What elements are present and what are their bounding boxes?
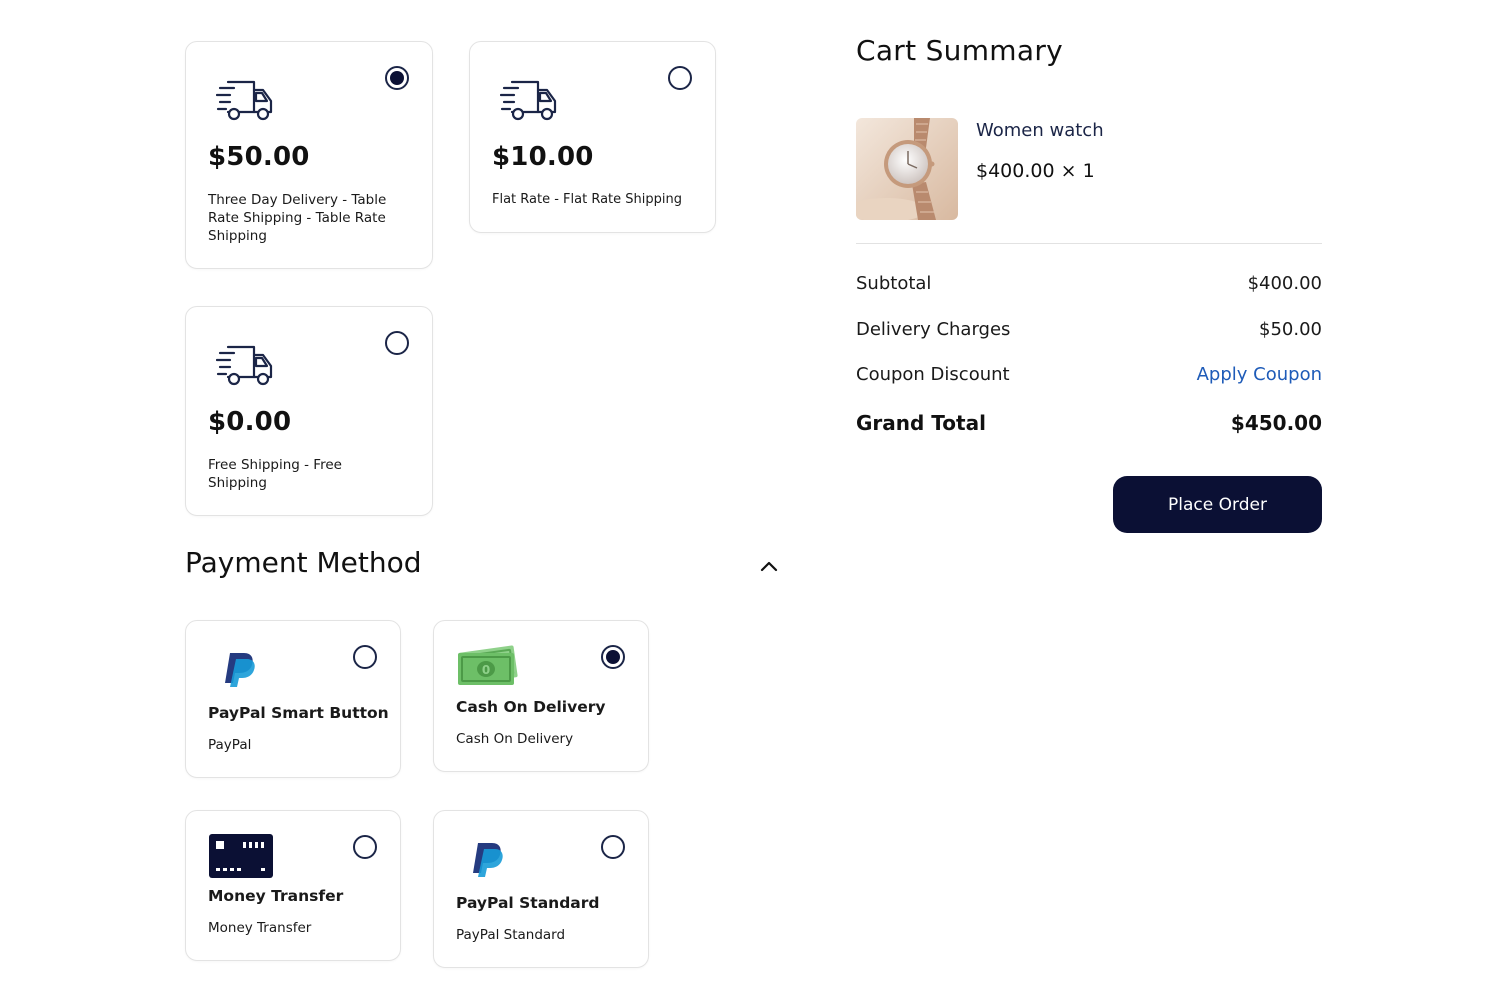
delivery-charges-row: Delivery Charges $50.00 bbox=[856, 319, 1322, 345]
subtotal-value: $400.00 bbox=[1247, 273, 1322, 294]
payment-subtitle: Money Transfer bbox=[208, 920, 312, 936]
shipping-option-flat-rate[interactable]: $10.00 Flat Rate - Flat Rate Shipping bbox=[469, 41, 716, 233]
shipping-option-free[interactable]: $0.00 Free Shipping - Free Shipping bbox=[185, 306, 433, 516]
shipping-price: $50.00 bbox=[208, 142, 310, 172]
product-image[interactable] bbox=[856, 118, 958, 220]
place-order-button[interactable]: Place Order bbox=[1113, 476, 1322, 533]
coupon-discount-row: Coupon Discount Apply Coupon bbox=[856, 364, 1322, 390]
grand-total-value: $450.00 bbox=[1230, 411, 1322, 435]
payment-title: Money Transfer bbox=[208, 887, 344, 905]
shipping-description: Flat Rate - Flat Rate Shipping bbox=[492, 192, 682, 207]
credit-card-icon bbox=[209, 834, 273, 878]
shipping-radio[interactable] bbox=[385, 331, 409, 355]
payment-radio[interactable] bbox=[353, 645, 377, 669]
payment-title: PayPal Standard bbox=[456, 894, 600, 912]
svg-text:0: 0 bbox=[482, 663, 490, 677]
truck-icon bbox=[216, 345, 273, 386]
payment-subtitle: PayPal Standard bbox=[456, 927, 566, 943]
payment-title: Cash On Delivery bbox=[456, 698, 606, 716]
grand-total-label: Grand Total bbox=[856, 411, 986, 435]
payment-subtitle: PayPal bbox=[208, 737, 252, 753]
product-price-quantity: $400.00 × 1 bbox=[976, 160, 1095, 182]
payment-option-paypal-standard[interactable]: PayPal Standard PayPal Standard bbox=[433, 810, 649, 968]
paypal-icon bbox=[473, 843, 503, 877]
shipping-price: $0.00 bbox=[208, 407, 292, 437]
payment-radio[interactable] bbox=[353, 835, 377, 859]
cash-icon: 0 bbox=[458, 645, 518, 685]
payment-option-cash-on-delivery[interactable]: 0 Cash On Delivery Cash On Delivery bbox=[433, 620, 649, 772]
shipping-option-three-day[interactable]: $50.00 Three Day Delivery - Table Rate S… bbox=[185, 41, 433, 269]
coupon-discount-label: Coupon Discount bbox=[856, 364, 1010, 385]
payment-radio[interactable] bbox=[601, 645, 625, 669]
truck-icon bbox=[216, 80, 273, 121]
payment-title: PayPal Smart Button bbox=[208, 704, 389, 722]
product-name[interactable]: Women watch bbox=[976, 120, 1104, 141]
checkout-page: $50.00 Three Day Delivery - Table Rate S… bbox=[0, 0, 1508, 1000]
shipping-radio[interactable] bbox=[385, 66, 409, 90]
paypal-icon bbox=[225, 653, 255, 687]
shipping-description: Three Day Delivery - Table Rate Shipping… bbox=[208, 192, 387, 244]
cart-summary-heading: Cart Summary bbox=[856, 34, 1064, 67]
delivery-charges-label: Delivery Charges bbox=[856, 319, 1011, 340]
shipping-price: $10.00 bbox=[492, 142, 594, 172]
payment-option-money-transfer[interactable]: Money Transfer Money Transfer bbox=[185, 810, 401, 961]
watch-image bbox=[856, 118, 958, 220]
payment-radio[interactable] bbox=[601, 835, 625, 859]
payment-subtitle: Cash On Delivery bbox=[456, 731, 574, 747]
chevron-up-icon[interactable] bbox=[758, 556, 780, 576]
subtotal-row: Subtotal $400.00 bbox=[856, 273, 1322, 299]
delivery-charges-value: $50.00 bbox=[1259, 319, 1322, 340]
truck-icon bbox=[500, 80, 557, 121]
apply-coupon-link[interactable]: Apply Coupon bbox=[1197, 364, 1322, 385]
subtotal-label: Subtotal bbox=[856, 273, 932, 294]
payment-method-heading: Payment Method bbox=[185, 546, 422, 579]
grand-total-row: Grand Total $450.00 bbox=[856, 411, 1322, 437]
divider bbox=[856, 243, 1322, 244]
shipping-description: Free Shipping - Free Shipping bbox=[208, 457, 342, 491]
shipping-radio[interactable] bbox=[668, 66, 692, 90]
payment-option-paypal-smart[interactable]: PayPal Smart Button PayPal bbox=[185, 620, 401, 778]
